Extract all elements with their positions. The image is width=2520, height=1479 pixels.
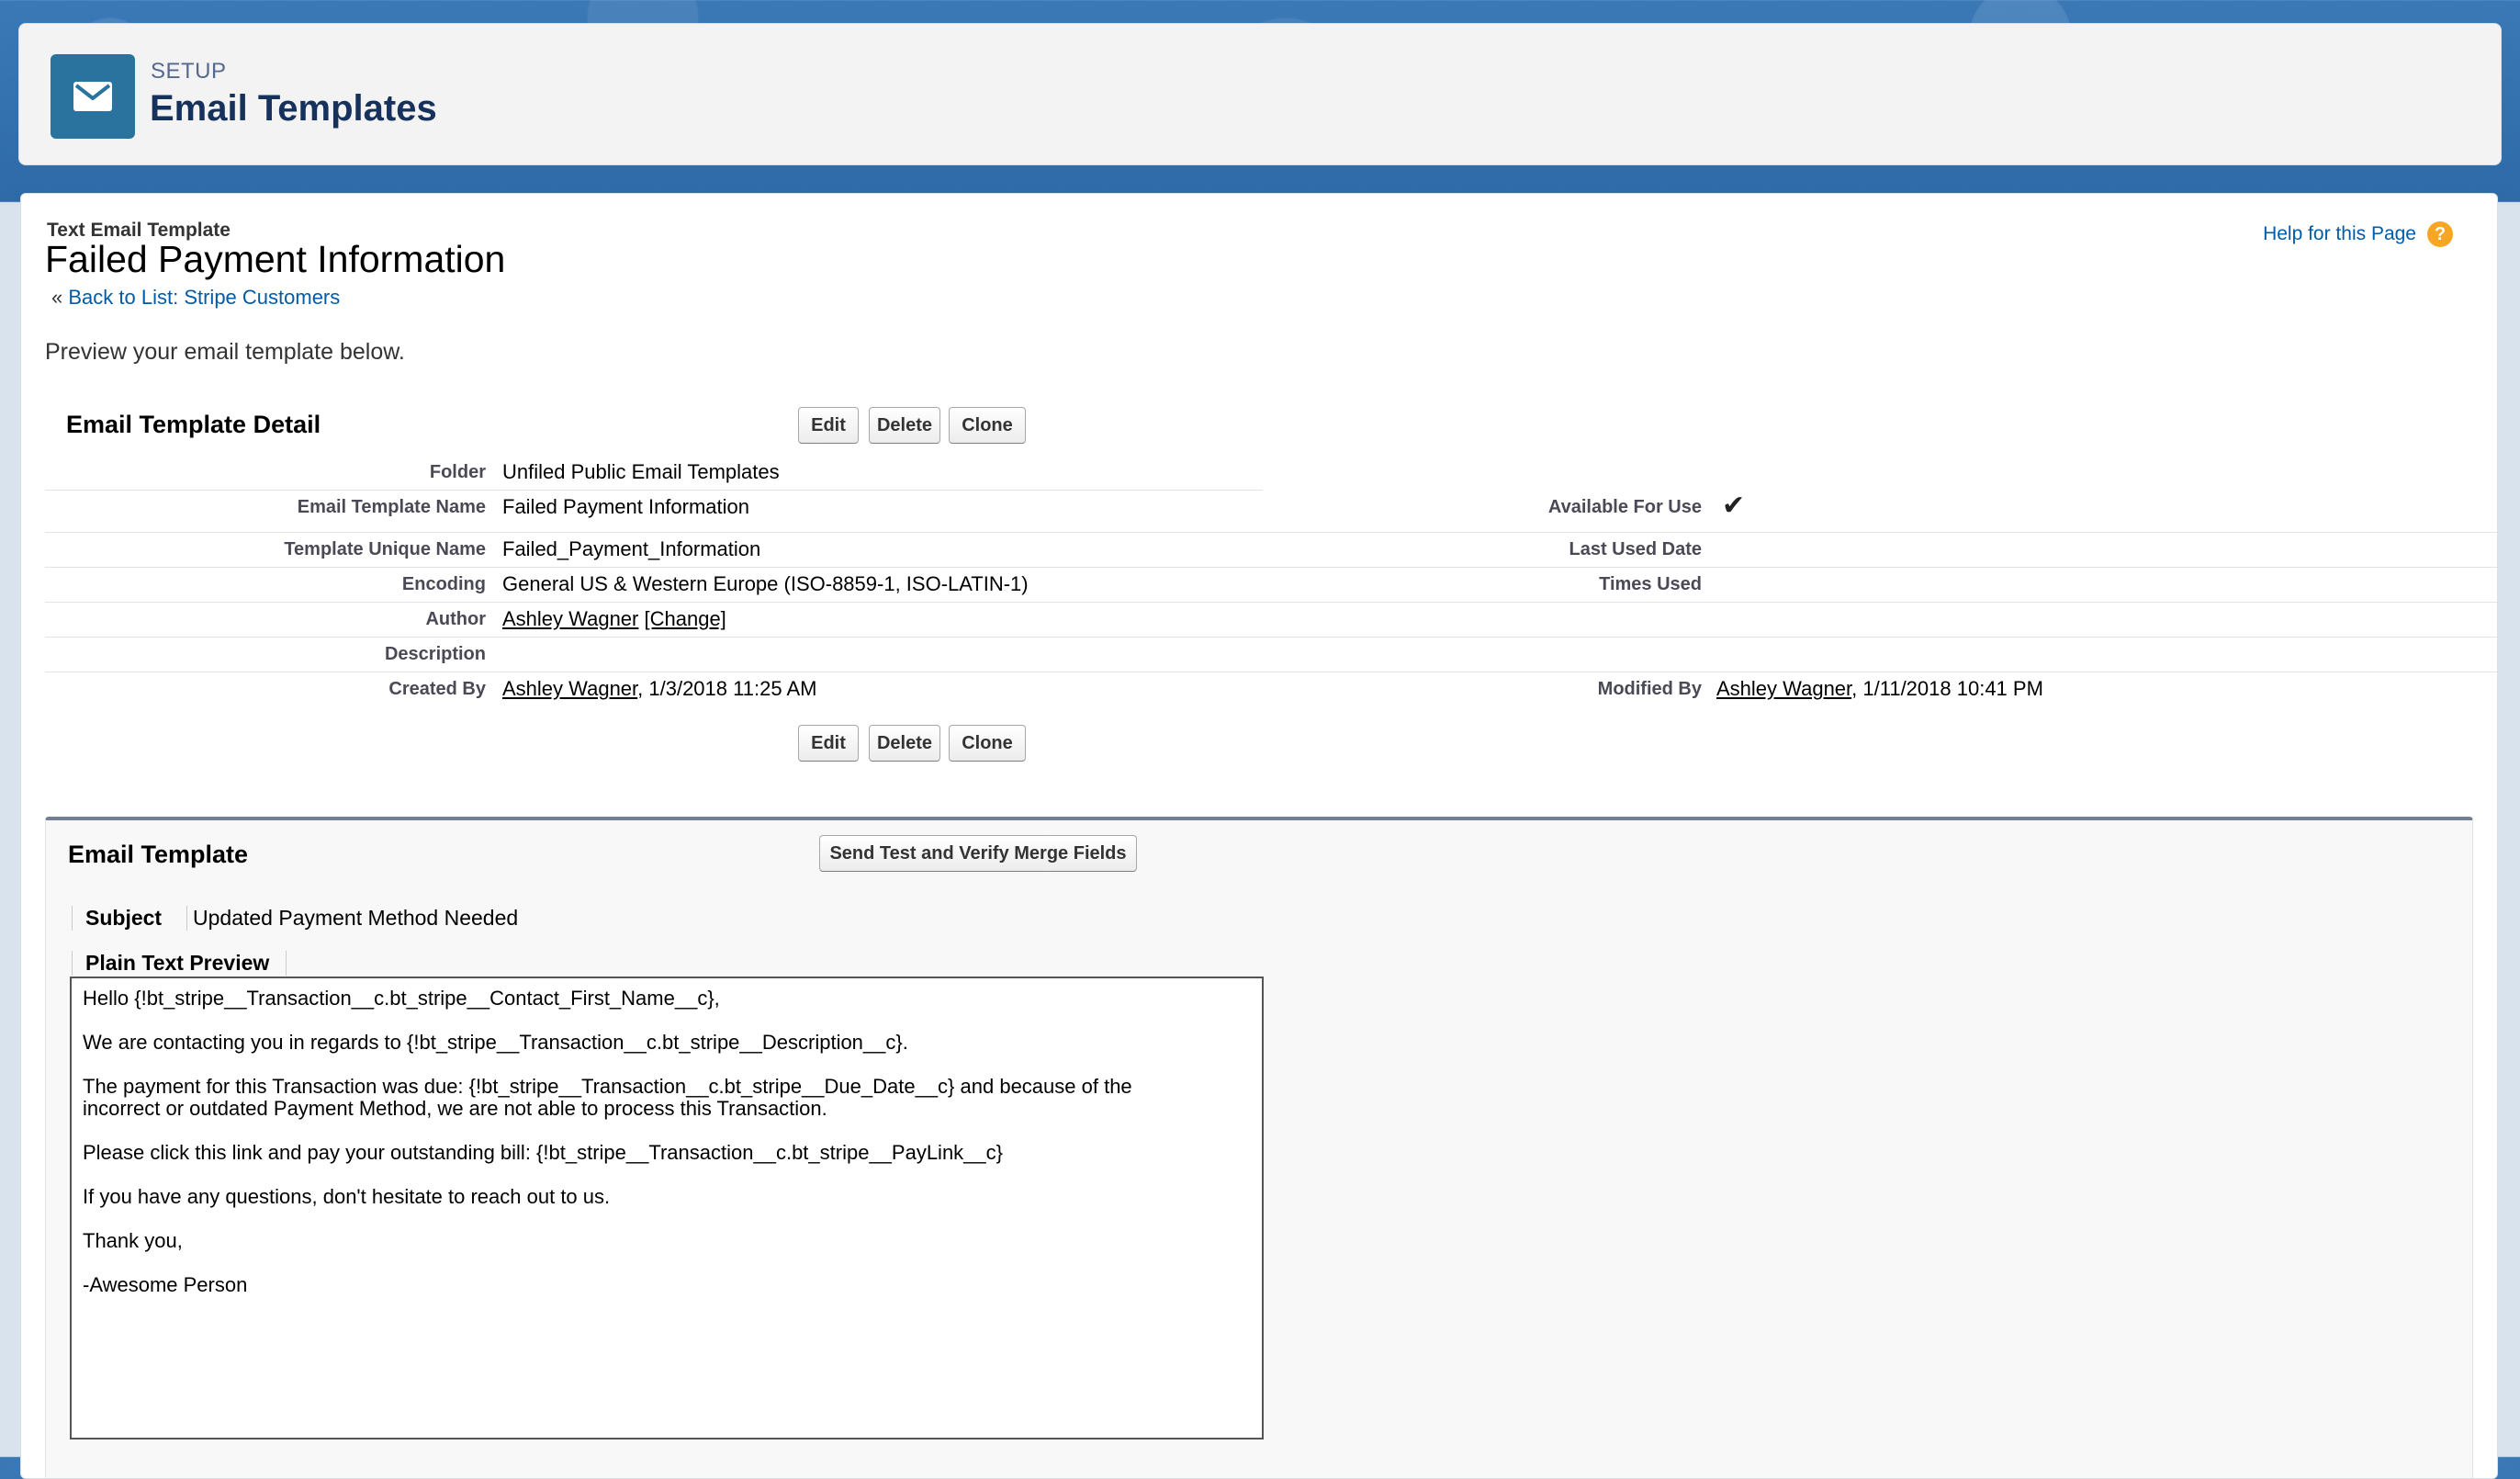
body-line: The payment for this Transaction was due… xyxy=(83,1075,1132,1098)
back-to-list-link[interactable]: Back to List: Stripe Customers xyxy=(68,286,340,309)
folder-label: Folder xyxy=(429,462,486,482)
template-name-label: Email Template Name xyxy=(297,497,486,517)
created-date: , 1/3/2018 11:25 AM xyxy=(637,677,817,700)
author-link[interactable]: Ashley Wagner xyxy=(502,607,638,630)
modified-by-value: Ashley Wagner, 1/11/2018 10:41 PM xyxy=(1716,677,2043,701)
times-used-label: Times Used xyxy=(1599,574,1702,594)
help-icon[interactable]: ? xyxy=(2427,221,2453,247)
row-divider xyxy=(45,532,2497,533)
body-line: We are contacting you in regards to {!bt… xyxy=(83,1031,908,1054)
delete-button[interactable]: Delete xyxy=(869,407,940,444)
body-line: Hello {!bt_stripe__Transaction__c.bt_str… xyxy=(83,987,720,1010)
unique-name-label: Template Unique Name xyxy=(284,539,486,559)
row-divider xyxy=(45,637,2497,638)
delete-button-bottom[interactable]: Delete xyxy=(869,725,940,762)
main-panel: Text Email Template Failed Payment Infor… xyxy=(20,193,2498,1479)
available-for-use-label: Available For Use xyxy=(1547,497,1702,517)
modified-date: , 1/11/2018 10:41 PM xyxy=(1851,677,2043,700)
subject-value: Updated Payment Method Needed xyxy=(186,906,518,931)
body-line: incorrect or outdated Payment Method, we… xyxy=(83,1097,827,1120)
body-line: -Awesome Person xyxy=(83,1273,248,1296)
help-link[interactable]: Help for this Page ? xyxy=(2263,221,2453,247)
body-line: Thank you, xyxy=(83,1229,183,1252)
edit-button-bottom[interactable]: Edit xyxy=(798,725,859,762)
checkmark-icon: ✔ xyxy=(1722,491,1746,521)
folder-value: Unfiled Public Email Templates xyxy=(502,460,780,483)
header-title: Email Templates xyxy=(150,88,437,129)
row-divider xyxy=(45,602,2497,603)
plain-text-preview-label: Plain Text Preview xyxy=(72,951,287,976)
unique-name-value: Failed_Payment_Information xyxy=(502,537,761,560)
help-link-label[interactable]: Help for this Page xyxy=(2263,223,2416,245)
plain-text-preview: Hello {!bt_stripe__Transaction__c.bt_str… xyxy=(70,977,1264,1439)
row-divider xyxy=(45,567,2497,568)
email-template-section-title: Email Template xyxy=(68,841,249,868)
subject-label: Subject xyxy=(72,906,162,931)
encoding-value: General US & Western Europe (ISO-8859-1,… xyxy=(502,572,1029,595)
last-used-date-label: Last Used Date xyxy=(1569,539,1703,559)
breadcrumb: « Back to List: Stripe Customers xyxy=(51,286,340,310)
body-line: Please click this link and pay your outs… xyxy=(83,1141,1003,1164)
author-value: Ashley Wagner [Change] xyxy=(502,607,726,631)
page-title: Failed Payment Information xyxy=(45,238,506,280)
clone-button-bottom[interactable]: Clone xyxy=(949,725,1026,762)
modified-by-user-link[interactable]: Ashley Wagner xyxy=(1716,677,1851,700)
template-name-value: Failed Payment Information xyxy=(502,495,750,518)
page-header: SETUP Email Templates xyxy=(18,23,2502,165)
modified-by-label: Modified By xyxy=(1597,679,1702,699)
encoding-label: Encoding xyxy=(401,574,486,594)
envelope-icon xyxy=(51,54,135,139)
edit-button[interactable]: Edit xyxy=(798,407,859,444)
created-by-label: Created By xyxy=(388,679,486,699)
body-line: If you have any questions, don't hesitat… xyxy=(83,1185,611,1208)
setup-label: SETUP xyxy=(151,59,227,84)
send-test-button[interactable]: Send Test and Verify Merge Fields xyxy=(819,835,1137,872)
description-label: Description xyxy=(384,644,486,664)
author-label: Author xyxy=(425,609,486,629)
detail-section-title: Email Template Detail xyxy=(66,411,321,438)
clone-button[interactable]: Clone xyxy=(949,407,1026,444)
row-divider xyxy=(45,490,1263,491)
created-by-value: Ashley Wagner, 1/3/2018 11:25 AM xyxy=(502,677,816,701)
created-by-user-link[interactable]: Ashley Wagner xyxy=(502,677,637,700)
email-template-section: Email Template Send Test and Verify Merg… xyxy=(45,817,2473,1478)
change-author-link[interactable]: [Change] xyxy=(645,607,726,630)
intro-text: Preview your email template below. xyxy=(45,339,405,365)
back-chevron: « xyxy=(51,286,63,309)
